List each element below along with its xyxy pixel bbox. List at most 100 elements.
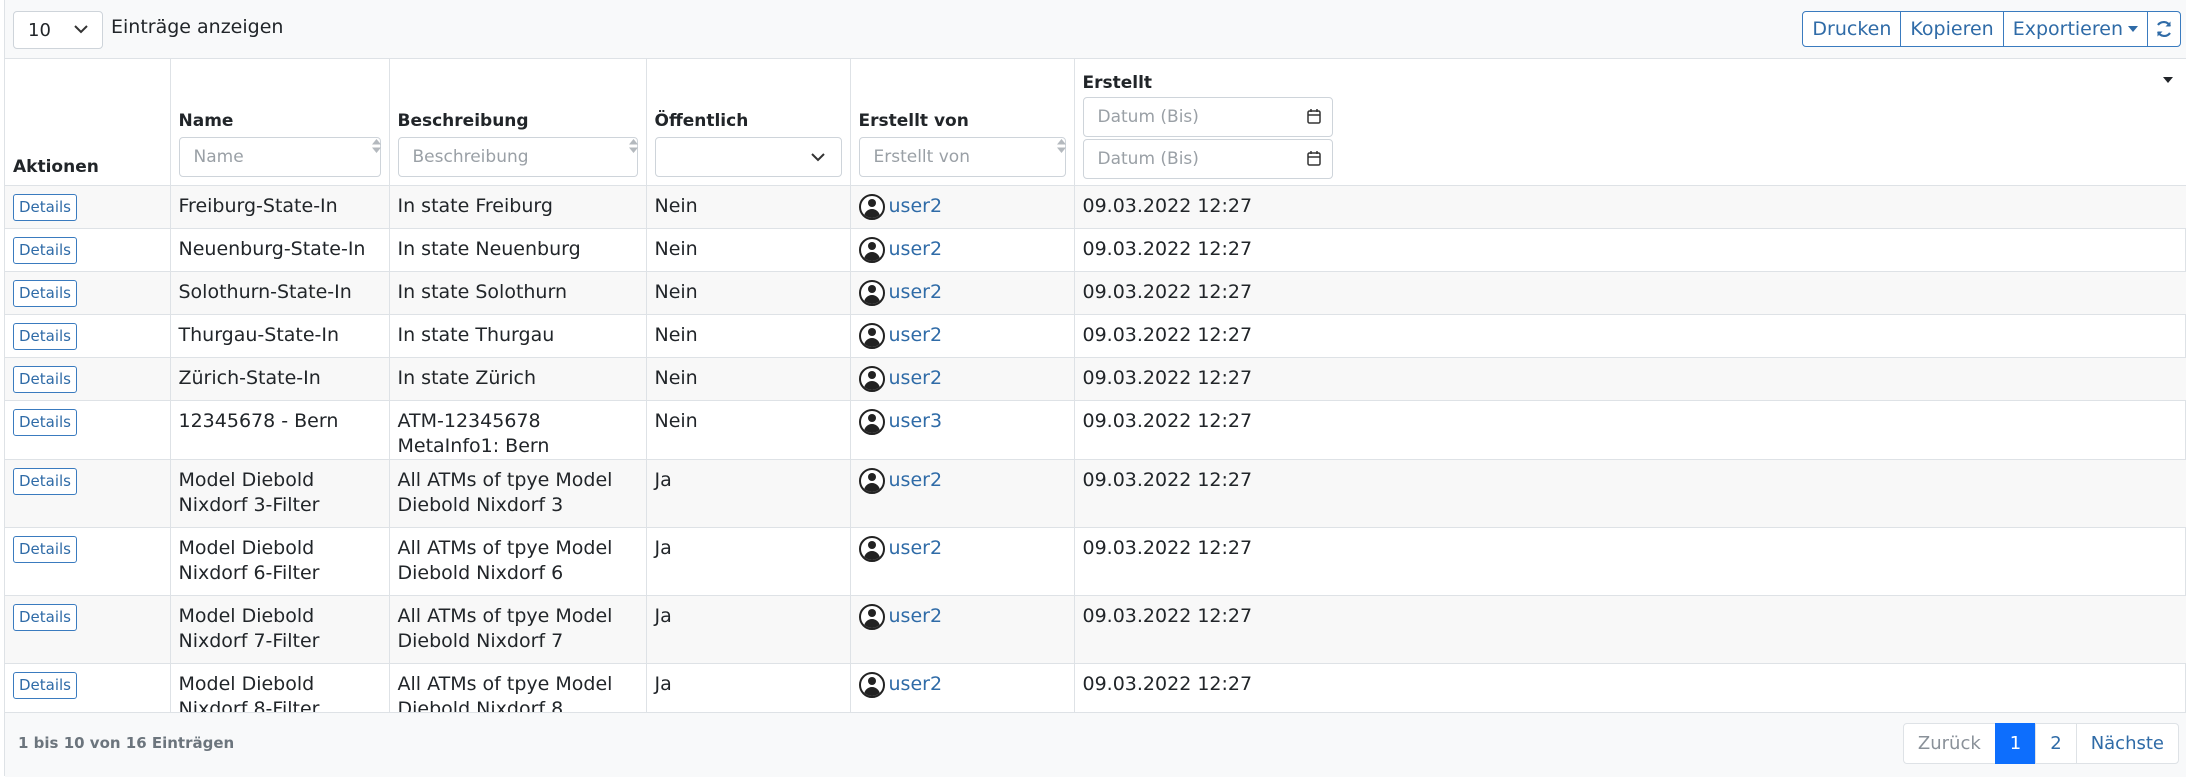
cell-description: All ATMs of tpye Model Diebold Nixdorf 6 (388, 527, 647, 596)
table-row: Details Solothurn-State-In In state Solo… (5, 271, 2186, 315)
table-row: Details 12345678 - Bern ATM-12345678 Met… (5, 400, 2186, 460)
cell-created: 09.03.2022 12:27 (1073, 185, 2186, 229)
table-row: Details Model Diebold Nixdorf 6-Filter A… (5, 527, 2186, 596)
user-link[interactable]: user2 (889, 194, 943, 219)
cell-created: 09.03.2022 12:27 (1073, 459, 2186, 528)
cell-created: 09.03.2022 12:27 (1073, 595, 2186, 664)
date-from-field[interactable] (1082, 97, 1333, 137)
cell-actions: Details (5, 595, 171, 664)
cell-description: ATM-12345678 MetaInfo1: Bern (388, 400, 647, 460)
user-link[interactable]: user2 (889, 323, 943, 348)
user-chip: user2 (858, 280, 1066, 306)
cell-name: Zürich-State-In (169, 357, 390, 401)
public-filter-select[interactable] (654, 137, 842, 177)
cell-description: In state Zürich (388, 357, 647, 401)
cell-created-by: user2 (849, 314, 1075, 358)
cell-created-by: user2 (849, 527, 1075, 596)
name-filter-input[interactable] (178, 137, 381, 177)
cell-public: Ja (645, 459, 851, 528)
column-header-description[interactable]: Beschreibung (388, 58, 647, 186)
user-avatar-icon (858, 194, 885, 220)
details-button[interactable]: Details (13, 536, 78, 563)
cell-actions: Details (5, 271, 171, 315)
caret-down-icon (2128, 26, 2138, 32)
cell-description: In state Neuenburg (388, 228, 647, 272)
details-button[interactable]: Details (13, 409, 78, 436)
sort-icon (1056, 139, 1066, 153)
calendar-icon[interactable] (1306, 109, 1321, 124)
details-button[interactable]: Details (13, 237, 78, 264)
column-header-public[interactable]: Öffentlich (645, 58, 851, 186)
sort-icon (371, 139, 381, 153)
user-chip: user2 (858, 536, 1066, 562)
export-button-group: Drucken Kopieren Exportieren (1802, 11, 2181, 49)
column-title-actions: Aktionen (13, 157, 99, 177)
user-link[interactable]: user2 (889, 536, 943, 561)
created-by-filter-input[interactable] (858, 137, 1066, 177)
cell-actions: Details (5, 527, 171, 596)
user-chip: user2 (858, 468, 1066, 494)
export-button[interactable]: Exportieren (2002, 11, 2148, 47)
cell-created: 09.03.2022 12:27 (1073, 314, 2186, 358)
chevron-down-icon (74, 25, 88, 34)
date-to-field[interactable] (1082, 139, 1333, 179)
cell-name: Model Diebold Nixdorf 7-Filter (169, 595, 390, 664)
user-link[interactable]: user3 (889, 409, 943, 434)
user-link[interactable]: user2 (889, 672, 943, 697)
cell-created: 09.03.2022 12:27 (1073, 357, 2186, 401)
cell-actions: Details (5, 314, 171, 358)
refresh-button[interactable] (2147, 11, 2181, 47)
table-row: Details Model Diebold Nixdorf 3-Filter A… (5, 459, 2186, 528)
cell-created: 09.03.2022 12:27 (1073, 228, 2186, 272)
column-title-created-by: Erstellt von (858, 111, 969, 131)
cell-name: Thurgau-State-In (169, 314, 390, 358)
cell-created: 09.03.2022 12:27 (1073, 271, 2186, 315)
calendar-icon[interactable] (1306, 151, 1321, 166)
pagination-page-1[interactable]: 1 (1994, 723, 2037, 764)
column-header-created[interactable]: Erstellt (1073, 58, 2186, 186)
cell-description: In state Freiburg (388, 185, 647, 229)
table-header-row: Aktionen Name Beschreibung Öffentlich (5, 58, 2186, 186)
user-link[interactable]: user2 (889, 468, 943, 493)
cell-created-by: user2 (849, 271, 1075, 315)
sort-desc-icon (2163, 77, 2173, 83)
cell-actions: Details (5, 400, 171, 460)
details-button[interactable]: Details (13, 672, 78, 699)
cell-created: 09.03.2022 12:27 (1073, 527, 2186, 596)
pagination-page-2[interactable]: 2 (2035, 723, 2077, 764)
pagination-previous[interactable]: Zurück (1902, 723, 1996, 764)
data-table: Aktionen Name Beschreibung Öffentlich (5, 58, 2186, 732)
details-button[interactable]: Details (13, 468, 78, 495)
user-link[interactable]: user2 (889, 237, 943, 262)
description-filter-input[interactable] (397, 137, 638, 177)
details-button[interactable]: Details (13, 366, 78, 393)
table-row: Details Zürich-State-In In state Zürich … (5, 357, 2186, 401)
user-avatar-icon (858, 468, 885, 494)
user-link[interactable]: user2 (889, 366, 943, 391)
user-chip: user2 (858, 366, 1066, 392)
date-from-input[interactable] (1082, 97, 1333, 137)
user-chip: user2 (858, 194, 1066, 220)
details-button[interactable]: Details (13, 194, 78, 221)
cell-created-by: user2 (849, 459, 1075, 528)
date-to-input[interactable] (1082, 139, 1333, 179)
cell-actions: Details (5, 357, 171, 401)
cell-public: Ja (645, 595, 851, 664)
column-header-created-by[interactable]: Erstellt von (849, 58, 1075, 186)
user-link[interactable]: user2 (889, 604, 943, 629)
print-button[interactable]: Drucken (1802, 11, 1902, 47)
pagination-next[interactable]: Nächste (2075, 723, 2179, 764)
column-header-name[interactable]: Name (169, 58, 390, 186)
details-button[interactable]: Details (13, 280, 78, 307)
details-button[interactable]: Details (13, 323, 78, 350)
refresh-icon (2157, 20, 2171, 38)
cell-public: Nein (645, 357, 851, 401)
cell-description: In state Thurgau (388, 314, 647, 358)
export-button-label: Exportieren (2012, 18, 2123, 40)
user-link[interactable]: user2 (889, 280, 943, 305)
copy-button[interactable]: Kopieren (1900, 11, 2004, 47)
page-length-select[interactable]: 10 (13, 11, 103, 49)
table-toolbar: 10 Einträge anzeigen Drucken Kopieren Ex… (5, 0, 2186, 59)
cell-description: All ATMs of tpye Model Diebold Nixdorf 3 (388, 459, 647, 528)
details-button[interactable]: Details (13, 604, 78, 631)
